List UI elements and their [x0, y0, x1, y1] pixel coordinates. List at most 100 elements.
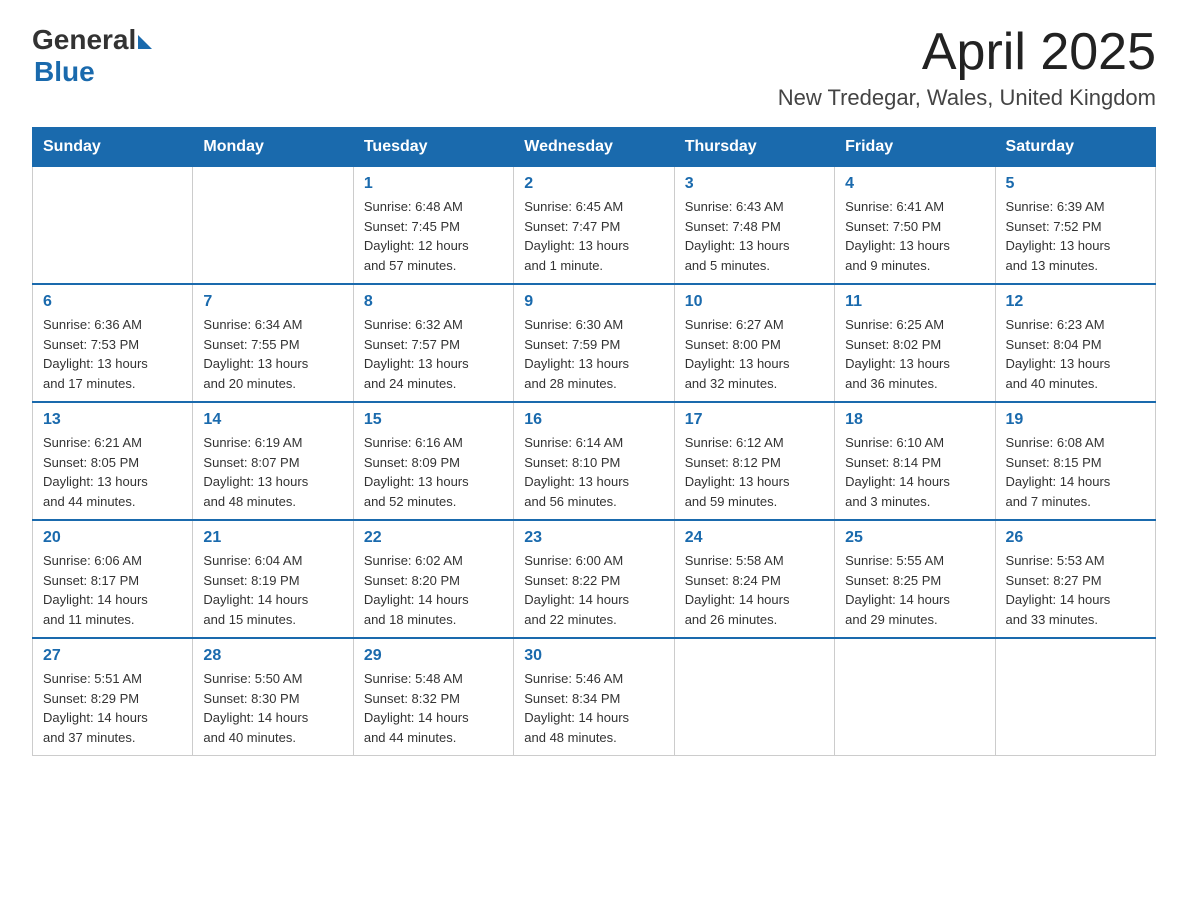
calendar-cell: 21 Sunrise: 6:04 AM Sunset: 8:19 PM Dayli… — [193, 520, 353, 638]
day-info: Sunrise: 6:34 AM Sunset: 7:55 PM Dayligh… — [203, 315, 342, 393]
day-info: Sunrise: 6:10 AM Sunset: 8:14 PM Dayligh… — [845, 433, 984, 511]
calendar-cell: 26 Sunrise: 5:53 AM Sunset: 8:27 PM Dayli… — [995, 520, 1155, 638]
calendar-cell — [193, 167, 353, 285]
calendar-cell: 22Sunrise: 6:02 AM Sunset: 8:20 PM Dayli… — [353, 520, 513, 638]
day-info: Sunrise: 6:30 AM Sunset: 7:59 PM Dayligh… — [524, 315, 663, 393]
calendar-cell — [835, 638, 995, 756]
calendar-cell: 25 Sunrise: 5:55 AM Sunset: 8:25 PM Dayli… — [835, 520, 995, 638]
day-number: 7 — [203, 293, 342, 311]
day-info: Sunrise: 6:25 AM Sunset: 8:02 PM Dayligh… — [845, 315, 984, 393]
day-number: 14 — [203, 411, 342, 429]
calendar-cell: 18 Sunrise: 6:10 AM Sunset: 8:14 PM Dayli… — [835, 402, 995, 520]
weekday-header-friday: Friday — [835, 128, 995, 167]
day-number: 17 — [685, 411, 824, 429]
day-number: 12 — [1006, 293, 1145, 311]
calendar-cell: 10 Sunrise: 6:27 AM Sunset: 8:00 PM Dayli… — [674, 284, 834, 402]
day-number: 27 — [43, 647, 182, 665]
calendar-cell: 12 Sunrise: 6:23 AM Sunset: 8:04 PM Dayli… — [995, 284, 1155, 402]
week-row-2: 6 Sunrise: 6:36 AM Sunset: 7:53 PM Daylig… — [33, 284, 1156, 402]
day-number: 4 — [845, 175, 984, 193]
calendar-cell — [995, 638, 1155, 756]
location-title: New Tredegar, Wales, United Kingdom — [778, 85, 1156, 111]
day-info: Sunrise: 6:48 AM Sunset: 7:45 PM Dayligh… — [364, 197, 503, 275]
day-number: 25 — [845, 529, 984, 547]
day-info: Sunrise: 5:48 AM Sunset: 8:32 PM Dayligh… — [364, 669, 503, 747]
calendar-cell: 4 Sunrise: 6:41 AM Sunset: 7:50 PM Daylig… — [835, 167, 995, 285]
calendar-cell: 23Sunrise: 6:00 AM Sunset: 8:22 PM Dayli… — [514, 520, 674, 638]
logo-arrow-icon — [138, 35, 152, 49]
calendar-cell — [674, 638, 834, 756]
logo-blue-text: Blue — [34, 56, 95, 88]
day-number: 20 — [43, 529, 182, 547]
day-info: Sunrise: 6:27 AM Sunset: 8:00 PM Dayligh… — [685, 315, 824, 393]
calendar-cell: 28 Sunrise: 5:50 AM Sunset: 8:30 PM Dayli… — [193, 638, 353, 756]
day-info: Sunrise: 5:55 AM Sunset: 8:25 PM Dayligh… — [845, 551, 984, 629]
day-info: Sunrise: 6:08 AM Sunset: 8:15 PM Dayligh… — [1006, 433, 1145, 511]
day-number: 24 — [685, 529, 824, 547]
day-info: Sunrise: 6:21 AM Sunset: 8:05 PM Dayligh… — [43, 433, 182, 511]
day-number: 11 — [845, 293, 984, 311]
weekday-header-sunday: Sunday — [33, 128, 193, 167]
day-info: Sunrise: 6:04 AM Sunset: 8:19 PM Dayligh… — [203, 551, 342, 629]
day-info: Sunrise: 5:46 AM Sunset: 8:34 PM Dayligh… — [524, 669, 663, 747]
calendar-cell: 13Sunrise: 6:21 AM Sunset: 8:05 PM Dayli… — [33, 402, 193, 520]
week-row-4: 20 Sunrise: 6:06 AM Sunset: 8:17 PM Dayli… — [33, 520, 1156, 638]
calendar-cell: 15 Sunrise: 6:16 AM Sunset: 8:09 PM Dayli… — [353, 402, 513, 520]
title-section: April 2025 New Tredegar, Wales, United K… — [778, 24, 1156, 111]
day-number: 6 — [43, 293, 182, 311]
weekday-header-wednesday: Wednesday — [514, 128, 674, 167]
page-header: General Blue April 2025 New Tredegar, Wa… — [32, 24, 1156, 111]
day-number: 9 — [524, 293, 663, 311]
week-row-3: 13Sunrise: 6:21 AM Sunset: 8:05 PM Dayli… — [33, 402, 1156, 520]
calendar-cell: 29 Sunrise: 5:48 AM Sunset: 8:32 PM Dayli… — [353, 638, 513, 756]
calendar-cell: 19 Sunrise: 6:08 AM Sunset: 8:15 PM Dayli… — [995, 402, 1155, 520]
month-title: April 2025 — [778, 24, 1156, 81]
calendar-cell: 3Sunrise: 6:43 AM Sunset: 7:48 PM Daylig… — [674, 167, 834, 285]
calendar-cell: 24Sunrise: 5:58 AM Sunset: 8:24 PM Dayli… — [674, 520, 834, 638]
day-number: 16 — [524, 411, 663, 429]
day-number: 8 — [364, 293, 503, 311]
day-number: 18 — [845, 411, 984, 429]
day-info: Sunrise: 5:51 AM Sunset: 8:29 PM Dayligh… — [43, 669, 182, 747]
day-number: 30 — [524, 647, 663, 665]
calendar-cell — [33, 167, 193, 285]
day-number: 3 — [685, 175, 824, 193]
day-info: Sunrise: 6:41 AM Sunset: 7:50 PM Dayligh… — [845, 197, 984, 275]
day-number: 29 — [364, 647, 503, 665]
week-row-1: 1Sunrise: 6:48 AM Sunset: 7:45 PM Daylig… — [33, 167, 1156, 285]
calendar-cell: 11 Sunrise: 6:25 AM Sunset: 8:02 PM Dayli… — [835, 284, 995, 402]
calendar-cell: 1Sunrise: 6:48 AM Sunset: 7:45 PM Daylig… — [353, 167, 513, 285]
day-number: 26 — [1006, 529, 1145, 547]
weekday-header-tuesday: Tuesday — [353, 128, 513, 167]
day-info: Sunrise: 6:06 AM Sunset: 8:17 PM Dayligh… — [43, 551, 182, 629]
day-info: Sunrise: 6:36 AM Sunset: 7:53 PM Dayligh… — [43, 315, 182, 393]
logo-general-text: General — [32, 24, 136, 56]
calendar-table: SundayMondayTuesdayWednesdayThursdayFrid… — [32, 127, 1156, 756]
weekday-header-saturday: Saturday — [995, 128, 1155, 167]
weekday-header-row: SundayMondayTuesdayWednesdayThursdayFrid… — [33, 128, 1156, 167]
calendar-cell: 5Sunrise: 6:39 AM Sunset: 7:52 PM Daylig… — [995, 167, 1155, 285]
day-info: Sunrise: 6:16 AM Sunset: 8:09 PM Dayligh… — [364, 433, 503, 511]
day-number: 15 — [364, 411, 503, 429]
day-number: 21 — [203, 529, 342, 547]
day-number: 5 — [1006, 175, 1145, 193]
day-number: 2 — [524, 175, 663, 193]
day-number: 28 — [203, 647, 342, 665]
calendar-cell: 6 Sunrise: 6:36 AM Sunset: 7:53 PM Daylig… — [33, 284, 193, 402]
calendar-cell: 7 Sunrise: 6:34 AM Sunset: 7:55 PM Daylig… — [193, 284, 353, 402]
day-info: Sunrise: 6:14 AM Sunset: 8:10 PM Dayligh… — [524, 433, 663, 511]
day-info: Sunrise: 5:53 AM Sunset: 8:27 PM Dayligh… — [1006, 551, 1145, 629]
day-info: Sunrise: 5:50 AM Sunset: 8:30 PM Dayligh… — [203, 669, 342, 747]
day-info: Sunrise: 6:32 AM Sunset: 7:57 PM Dayligh… — [364, 315, 503, 393]
calendar-cell: 9 Sunrise: 6:30 AM Sunset: 7:59 PM Daylig… — [514, 284, 674, 402]
calendar-cell: 27 Sunrise: 5:51 AM Sunset: 8:29 PM Dayli… — [33, 638, 193, 756]
day-number: 10 — [685, 293, 824, 311]
calendar-cell: 30 Sunrise: 5:46 AM Sunset: 8:34 PM Dayli… — [514, 638, 674, 756]
calendar-cell: 14Sunrise: 6:19 AM Sunset: 8:07 PM Dayli… — [193, 402, 353, 520]
weekday-header-monday: Monday — [193, 128, 353, 167]
weekday-header-thursday: Thursday — [674, 128, 834, 167]
calendar-cell: 8 Sunrise: 6:32 AM Sunset: 7:57 PM Daylig… — [353, 284, 513, 402]
day-number: 22 — [364, 529, 503, 547]
day-number: 19 — [1006, 411, 1145, 429]
day-info: Sunrise: 6:23 AM Sunset: 8:04 PM Dayligh… — [1006, 315, 1145, 393]
